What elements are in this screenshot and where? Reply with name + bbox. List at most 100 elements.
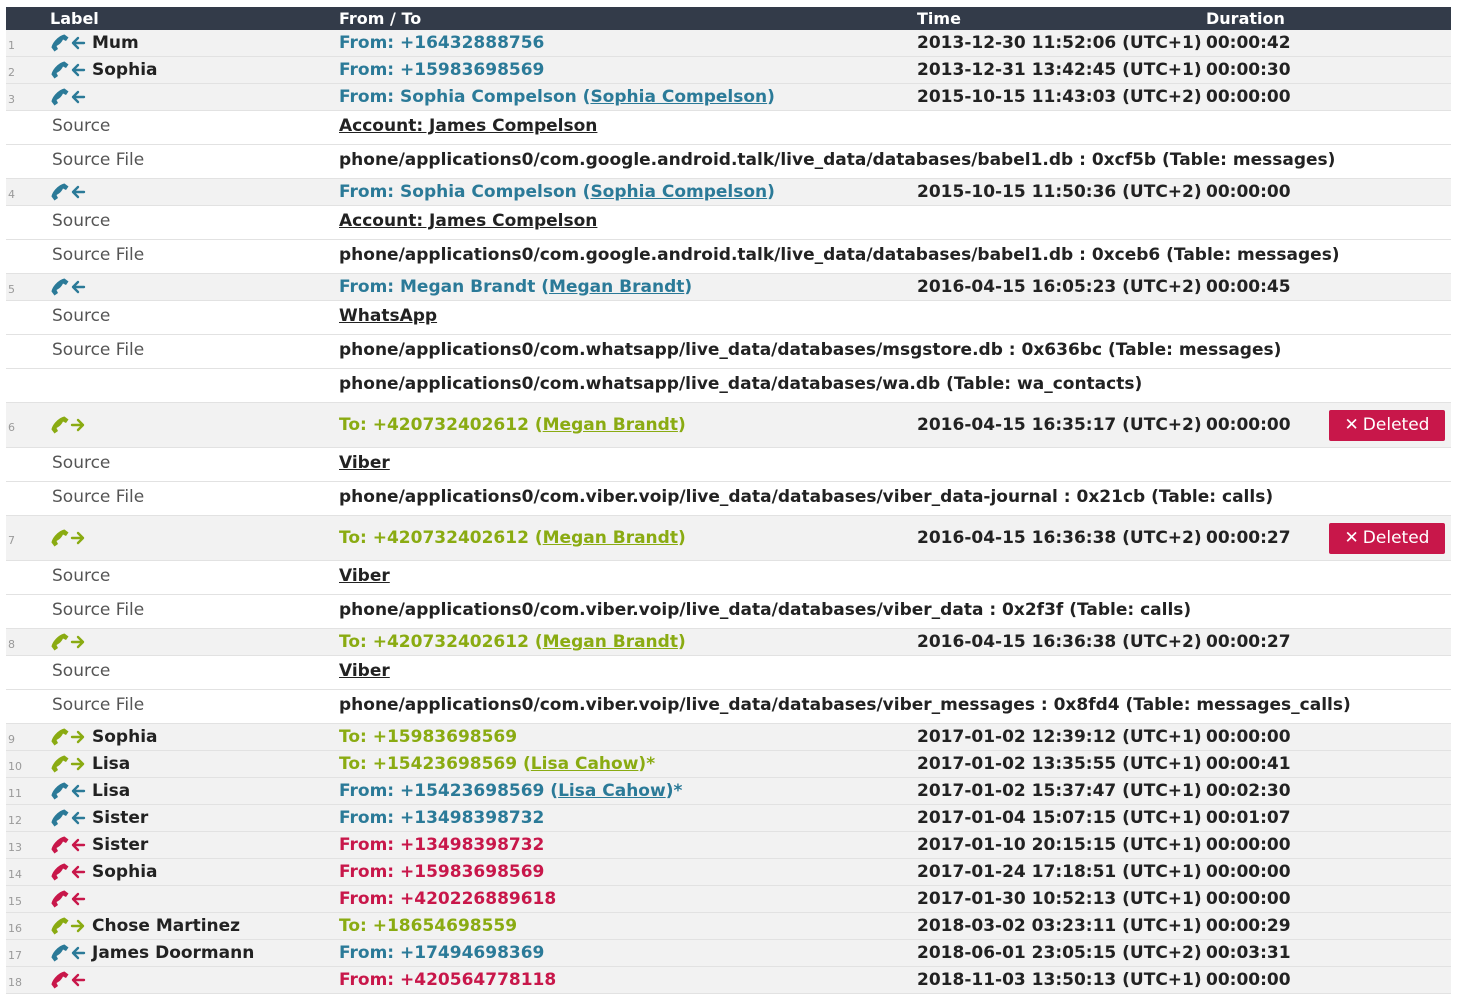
arrow-right-icon bbox=[70, 730, 85, 744]
contact-link[interactable]: Lisa Cahow bbox=[558, 781, 666, 801]
call-time: 2018-11-03 13:50:13 (UTC+1) bbox=[917, 970, 1202, 990]
contact-link[interactable]: Megan Brandt bbox=[543, 528, 678, 548]
header-from-to[interactable]: From / To bbox=[339, 9, 421, 28]
row-number: 9 bbox=[8, 733, 15, 746]
contact-link[interactable]: Megan Brandt bbox=[549, 277, 684, 297]
table-row[interactable]: 2 Sophia From: +15983698569 2013-12-31 13:4… bbox=[6, 57, 1451, 84]
contact-link[interactable]: Megan Brandt bbox=[543, 632, 678, 652]
call-time: 2017-01-10 20:15:15 (UTC+1) bbox=[917, 835, 1202, 855]
table-row[interactable]: 3 From: Sophia Compelson (Sophia Compelso… bbox=[6, 84, 1451, 111]
arrow-left-icon bbox=[71, 811, 86, 825]
call-duration: 00:00:00 bbox=[1206, 727, 1291, 747]
table-row[interactable]: 12 Sister From: +13498398732 2017-01-04 15:… bbox=[6, 805, 1451, 832]
from-to-cell: From: +16432888756 bbox=[339, 33, 544, 53]
from-to-cell: From: +13498398732 bbox=[339, 835, 544, 855]
call-time: 2018-06-01 23:05:15 (UTC+2) bbox=[917, 943, 1202, 963]
arrow-left-icon bbox=[71, 973, 86, 987]
phone-icon bbox=[51, 755, 69, 773]
phone-icon bbox=[51, 529, 69, 547]
arrow-right-icon bbox=[70, 635, 85, 649]
call-duration: 00:03:31 bbox=[1206, 943, 1291, 963]
table-row[interactable]: 18 From: +420564778118 2018-11-03 13:50:13… bbox=[6, 967, 1451, 994]
arrow-left-icon bbox=[71, 63, 86, 77]
detail-label: Source bbox=[52, 453, 111, 473]
contact-label: Mum bbox=[92, 33, 139, 53]
table-row[interactable]: 14 Sophia From: +15983698569 2017-01-24 17:… bbox=[6, 859, 1451, 886]
call-time: 2016-04-15 16:36:38 (UTC+2) bbox=[917, 632, 1202, 652]
source-link[interactable]: WhatsApp bbox=[339, 306, 437, 326]
phone-icon bbox=[51, 278, 69, 296]
call-time: 2015-10-15 11:43:03 (UTC+2) bbox=[917, 87, 1202, 107]
detail-row: Source Viber bbox=[6, 656, 1451, 690]
table-row[interactable]: 8 To: +420732402612 (Megan Brandt) 2016-04… bbox=[6, 629, 1451, 656]
call-time: 2013-12-30 11:52:06 (UTC+1) bbox=[917, 33, 1202, 53]
header-time[interactable]: Time bbox=[917, 9, 961, 28]
paren: ) bbox=[767, 87, 775, 107]
call-direction-icons bbox=[50, 941, 96, 965]
table-row[interactable]: 6 To: +420732402612 (Megan Brandt) 2016-04… bbox=[6, 403, 1451, 448]
table-row[interactable]: 5 From: Megan Brandt (Megan Brandt) 2016-0… bbox=[6, 274, 1451, 301]
contact-label: Sophia bbox=[92, 60, 158, 80]
contact-link[interactable]: Sophia Compelson bbox=[590, 182, 767, 202]
from-to-number: From: +420564778118 bbox=[339, 970, 557, 990]
detail-row: Source File phone/applications0/com.whats… bbox=[6, 335, 1451, 369]
source-link[interactable]: Account: James Compelson bbox=[339, 211, 597, 231]
from-to-cell: To: +420732402612 (Megan Brandt) bbox=[339, 528, 686, 548]
table-row[interactable]: 4 From: Sophia Compelson (Sophia Compelso… bbox=[6, 179, 1451, 206]
contact-link[interactable]: Lisa Cahow bbox=[531, 754, 639, 774]
table-row[interactable]: 9 Sophia To: +15983698569 2017-01-02 12:39:… bbox=[6, 724, 1451, 751]
contact-link[interactable]: Sophia Compelson bbox=[590, 87, 767, 107]
call-time: 2016-04-15 16:35:17 (UTC+2) bbox=[917, 415, 1202, 435]
table-row[interactable]: 13 Sister From: +13498398732 2017-01-10 20:… bbox=[6, 832, 1451, 859]
call-direction-icons bbox=[50, 779, 96, 803]
contact-link[interactable]: Megan Brandt bbox=[543, 415, 678, 435]
from-to-cell: From: +15423698569 (Lisa Cahow)* bbox=[339, 781, 682, 801]
row-number: 13 bbox=[8, 841, 22, 854]
from-to-cell: From: +15983698569 bbox=[339, 862, 544, 882]
table-row[interactable]: 10 Lisa To: +15423698569 (Lisa Cahow)* 2017… bbox=[6, 751, 1451, 778]
from-to-number: From: +13498398732 bbox=[339, 835, 545, 855]
paren: ) bbox=[677, 632, 686, 652]
from-to-cell: From: +420564778118 bbox=[339, 970, 556, 990]
table-header: Label From / To Time Duration bbox=[6, 7, 1451, 30]
table-row[interactable]: 1 Mum From: +16432888756 2013-12-30 11:52:0… bbox=[6, 30, 1451, 57]
row-number: 15 bbox=[8, 895, 22, 908]
deleted-badge: ✕ Deleted bbox=[1329, 522, 1445, 554]
source-file-path: phone/applications0/com.whatsapp/live_da… bbox=[339, 340, 1282, 360]
deleted-label: Deleted bbox=[1362, 415, 1430, 435]
from-to-number: From: Sophia Compelson bbox=[339, 182, 583, 202]
detail-label: Source bbox=[52, 306, 111, 326]
source-link[interactable]: Viber bbox=[339, 661, 390, 681]
call-duration: 00:00:00 bbox=[1206, 862, 1291, 882]
contact-label: Sophia bbox=[92, 727, 158, 747]
source-link[interactable]: Viber bbox=[339, 566, 390, 586]
paren: ) bbox=[684, 277, 693, 297]
table-row[interactable]: 17 James Doormann From: +17494698369 2018-0… bbox=[6, 940, 1451, 967]
detail-row: Source File phone/applications0/com.viber… bbox=[6, 595, 1451, 629]
call-direction-icons bbox=[50, 85, 96, 109]
table-row[interactable]: 15 From: +420226889618 2017-01-30 10:52:13… bbox=[6, 886, 1451, 913]
call-duration: 00:00:00 bbox=[1206, 889, 1291, 909]
phone-icon bbox=[51, 782, 69, 800]
call-time: 2016-04-15 16:05:23 (UTC+2) bbox=[917, 277, 1202, 297]
call-direction-icons bbox=[50, 914, 96, 938]
call-time: 2017-01-02 12:39:12 (UTC+1) bbox=[917, 727, 1202, 747]
from-to-number: To: +420732402612 bbox=[339, 528, 535, 548]
arrow-right-icon bbox=[70, 919, 85, 933]
from-to-cell: From: +15983698569 bbox=[339, 60, 544, 80]
call-direction-icons bbox=[50, 833, 96, 857]
deleted-label: Deleted bbox=[1362, 528, 1430, 548]
table-row[interactable]: 16 Chose Martinez To: +18654698559 2018-03-… bbox=[6, 913, 1451, 940]
call-duration: 00:00:00 bbox=[1206, 415, 1291, 435]
paren: ( bbox=[550, 781, 559, 801]
table-row[interactable]: 11 Lisa From: +15423698569 (Lisa Cahow)* 20… bbox=[6, 778, 1451, 805]
table-row[interactable]: 7 To: +420732402612 (Megan Brandt) 2016-04… bbox=[6, 516, 1451, 561]
call-direction-icons bbox=[50, 968, 96, 992]
arrow-right-icon bbox=[70, 757, 85, 771]
source-link[interactable]: Viber bbox=[339, 453, 390, 473]
detail-label: Source File bbox=[52, 695, 145, 715]
header-label[interactable]: Label bbox=[50, 9, 99, 28]
arrow-left-icon bbox=[71, 838, 86, 852]
header-duration[interactable]: Duration bbox=[1206, 9, 1285, 28]
source-link[interactable]: Account: James Compelson bbox=[339, 116, 597, 136]
